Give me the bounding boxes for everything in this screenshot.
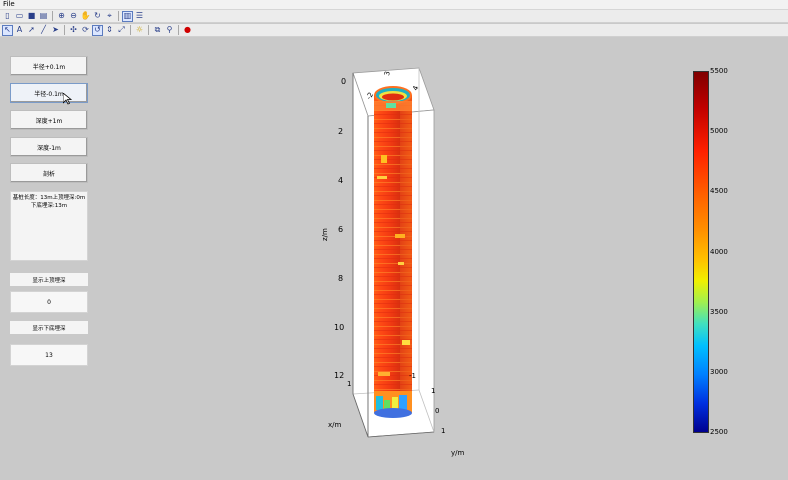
z-tick: 8 [338,274,343,283]
x-tick: -1 [409,372,416,380]
z-axis-ticks: 0 2 4 6 8 10 12 [334,77,346,380]
z-axis-label: z/m [321,228,329,241]
colorbar-tick: 4000 [710,248,728,256]
colorbar-tick: 4500 [710,187,728,195]
colorbar-tick: 2500 [710,428,728,436]
colorbar-tick: 5000 [710,127,728,135]
y-axis-label: y/m [451,449,465,457]
x-axis-label: x/m [328,421,342,429]
x-tick: 1 [347,380,351,388]
colorbar-tick: 3000 [710,368,728,376]
y-tick: 0 [435,407,439,415]
pile-3d-plot[interactable]: 0 2 4 6 8 10 12 z/m -2 3 4 1 -1 1 0 1 x/… [0,0,788,480]
y-tick: 1 [431,387,435,395]
colorbar-tick: 5500 [710,67,728,75]
z-tick: 0 [341,77,346,86]
colorbar[interactable] [693,71,709,433]
pile-surface [374,86,412,418]
z-tick: 12 [334,371,344,380]
z-tick: 2 [338,127,343,136]
colorbar-tick: 3500 [710,308,728,316]
y-tick: 1 [441,427,445,435]
z-tick: 10 [334,323,344,332]
z-tick: 4 [338,176,343,185]
z-tick: 6 [338,225,343,234]
